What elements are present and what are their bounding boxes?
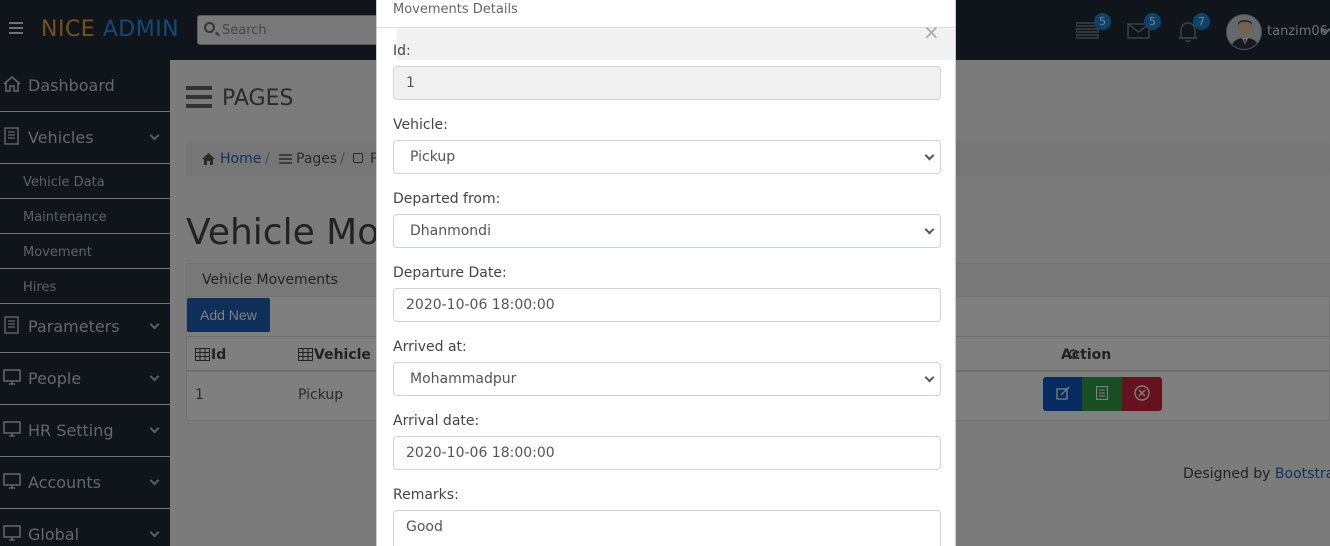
remarks-label: Remarks: [393, 487, 459, 503]
chevron-down-icon [924, 224, 935, 235]
chevron-down-icon [924, 150, 935, 161]
vehicle-label: Vehicle: [393, 117, 448, 133]
arrival-date-label: Arrival date: [393, 413, 480, 429]
chevron-down-icon [924, 372, 935, 383]
departure-date-input[interactable]: 2020-10-06 18:00:00 [393, 288, 941, 322]
arrived-at-select[interactable]: Mohammadpur [393, 362, 941, 396]
departure-date-value: 2020-10-06 18:00:00 [406, 297, 555, 313]
arrived-at-label: Arrived at: [393, 339, 467, 355]
id-value: 1 [406, 75, 415, 91]
departed-from-value: Dhanmondi [410, 223, 491, 239]
movements-details-modal: Movements Details × Id: 1 Vehicle: Picku… [376, 0, 956, 546]
departure-date-label: Departure Date: [393, 265, 507, 281]
id-field[interactable]: 1 [393, 66, 941, 100]
arrived-at-value: Mohammadpur [410, 371, 517, 387]
arrival-date-input[interactable]: 2020-10-06 18:00:00 [393, 436, 941, 470]
departed-from-select[interactable]: Dhanmondi [393, 214, 941, 248]
vehicle-select[interactable]: Pickup [393, 140, 941, 174]
close-icon[interactable]: × [923, 22, 940, 42]
vehicle-value: Pickup [410, 149, 456, 165]
remarks-textarea[interactable]: Good [393, 510, 941, 546]
id-label: Id: [393, 43, 411, 59]
remarks-value: Good [406, 519, 443, 535]
arrival-date-value: 2020-10-06 18:00:00 [406, 445, 555, 461]
departed-from-label: Departed from: [393, 191, 501, 207]
modal-title: Movements Details [393, 2, 518, 17]
